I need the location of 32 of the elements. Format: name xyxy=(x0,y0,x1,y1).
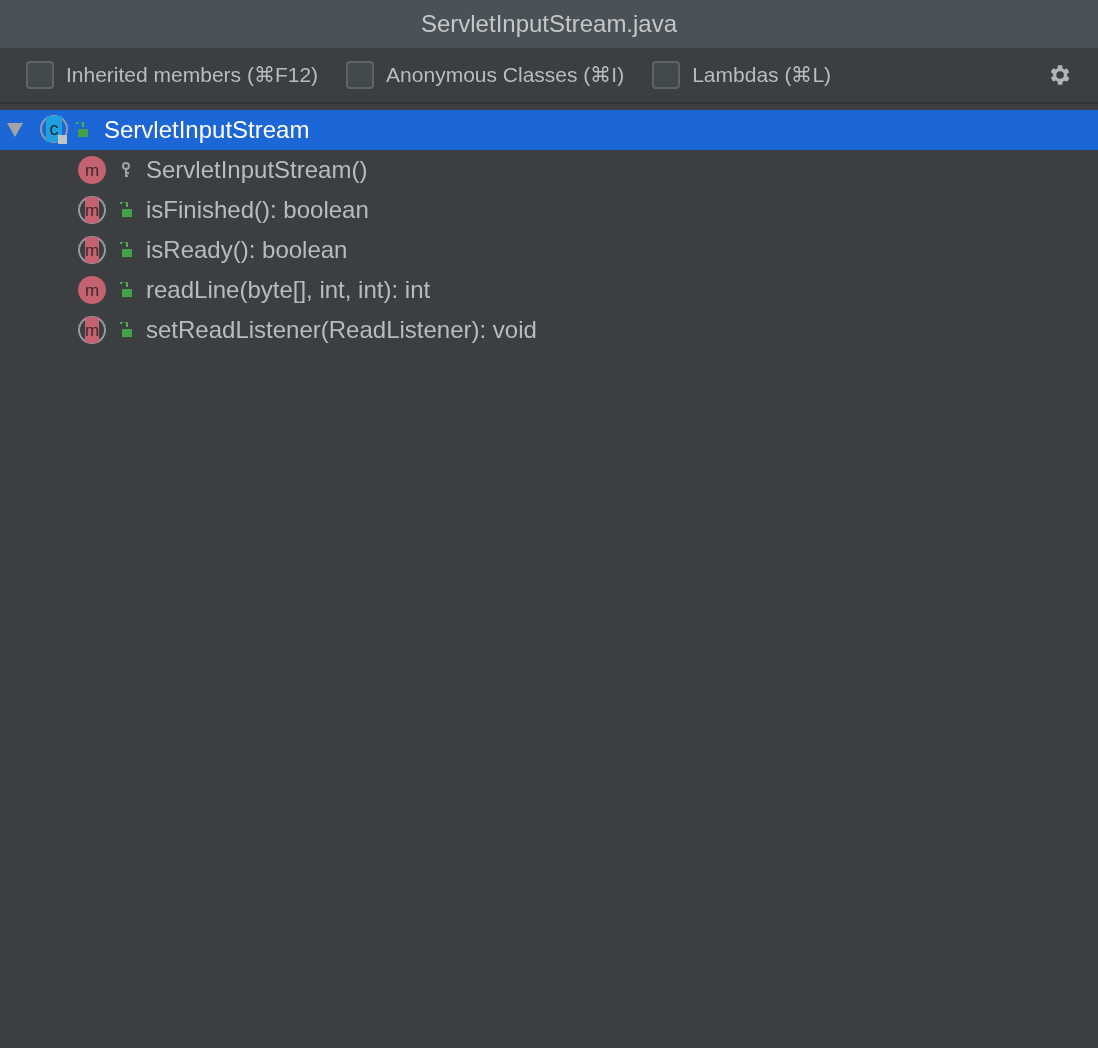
padlock-icon xyxy=(119,242,133,258)
checkbox[interactable] xyxy=(346,61,375,89)
tree-row[interactable]: m isFinished(): boolean xyxy=(0,190,1098,230)
method-signature: setReadListener(ReadListener): void xyxy=(146,315,537,345)
method-signature: ServletInputStream() xyxy=(146,155,368,185)
padlock-icon xyxy=(119,282,133,298)
checkbox-label: Anonymous Classes (⌘I) xyxy=(386,62,625,89)
checkbox-label: Lambdas (⌘L) xyxy=(692,62,832,89)
tree-row[interactable]: m isReady(): boolean xyxy=(0,230,1098,270)
tree-row[interactable]: c ServletInputStream xyxy=(0,110,1098,150)
window-title: ServletInputStream.java xyxy=(420,9,678,39)
tree-row[interactable]: m ServletInputStream() xyxy=(0,150,1098,190)
method-signature: isReady(): boolean xyxy=(146,235,348,265)
checkbox[interactable] xyxy=(26,61,54,89)
method-icon: m xyxy=(78,276,106,304)
abstract-method-icon: m xyxy=(78,236,106,264)
abstract-method-icon: m xyxy=(78,316,106,344)
key-icon xyxy=(121,162,131,178)
method-icon: m xyxy=(78,156,106,184)
class-name: ServletInputStream xyxy=(104,115,310,145)
class-icon: c xyxy=(40,115,70,145)
padlock-icon xyxy=(119,202,133,218)
padlock-icon xyxy=(75,122,89,138)
abstract-method-icon: m xyxy=(78,196,106,224)
padlock-icon xyxy=(119,322,133,338)
expand-triangle-icon[interactable] xyxy=(6,122,24,138)
checkbox[interactable] xyxy=(652,61,681,89)
method-signature: isFinished(): boolean xyxy=(146,195,369,225)
tree-row[interactable]: m readLine(byte[], int, int): int xyxy=(0,270,1098,310)
tree-row[interactable]: m setReadListener(ReadListener): void xyxy=(0,310,1098,350)
checkbox-label: Inherited members (⌘F12) xyxy=(66,62,319,89)
method-signature: readLine(byte[], int, int): int xyxy=(146,275,431,305)
